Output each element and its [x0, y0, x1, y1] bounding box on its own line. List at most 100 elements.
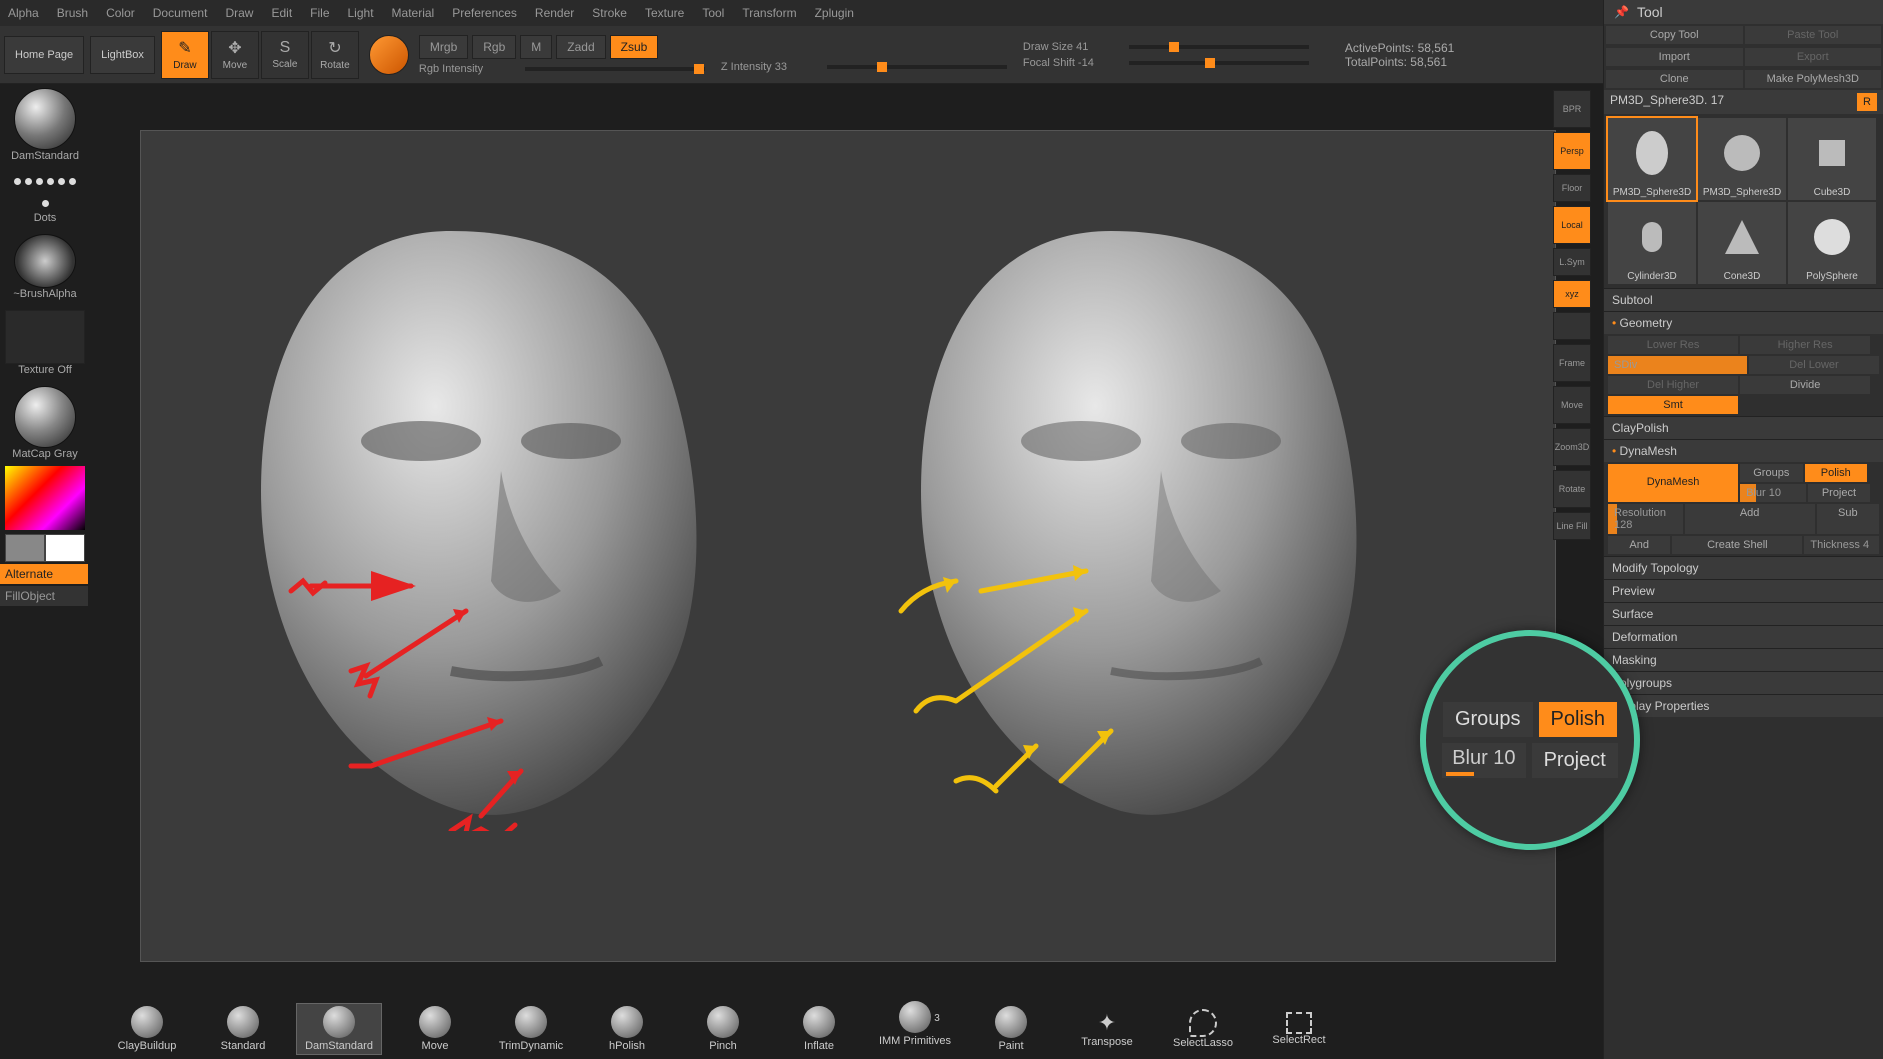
viewport[interactable]: [94, 90, 1573, 999]
shelf-pinch[interactable]: Pinch: [680, 1006, 766, 1052]
section-polygroups[interactable]: Polygroups: [1604, 671, 1883, 694]
thumb-cube3d[interactable]: Cube3D: [1788, 118, 1876, 200]
homepage-button[interactable]: Home Page: [4, 36, 84, 74]
thumb-pm3d_sphere3d[interactable]: PM3D_Sphere3D: [1698, 118, 1786, 200]
color-picker-slot[interactable]: [0, 466, 90, 562]
shelf-inflate[interactable]: Inflate: [776, 1006, 862, 1052]
section-preview[interactable]: Preview: [1604, 579, 1883, 602]
clone-button[interactable]: Clone: [1606, 70, 1743, 88]
shelf-damstandard[interactable]: DamStandard: [296, 1003, 382, 1055]
menu-brush[interactable]: Brush: [57, 6, 88, 20]
shelf-claybuildup[interactable]: ClayBuildup: [104, 1006, 190, 1052]
vpctrl-bpr[interactable]: BPR: [1553, 90, 1591, 128]
color-swatch[interactable]: [369, 35, 409, 75]
gradient-picker[interactable]: [5, 466, 85, 530]
vpctrl-xyz[interactable]: xyz: [1553, 280, 1591, 308]
sub-button[interactable]: Sub: [1817, 504, 1879, 534]
add-button[interactable]: Add: [1685, 504, 1815, 534]
section-claypolish[interactable]: ClayPolish: [1604, 416, 1883, 439]
canvas[interactable]: [140, 130, 1556, 962]
copy-tool-button[interactable]: Copy Tool: [1606, 26, 1743, 44]
vpctrl-local[interactable]: Local: [1553, 206, 1591, 244]
toggle-mrgb[interactable]: Mrgb: [419, 35, 468, 59]
section-display-properties[interactable]: Display Properties: [1604, 694, 1883, 717]
paste-tool-button[interactable]: Paste Tool: [1745, 26, 1882, 44]
vpctrl-floor[interactable]: Floor: [1553, 174, 1591, 202]
shelf-move[interactable]: Move: [392, 1006, 478, 1052]
higher-res-button[interactable]: Higher Res: [1740, 336, 1870, 354]
menu-render[interactable]: Render: [535, 6, 574, 20]
vpctrl-frame[interactable]: Frame: [1553, 344, 1591, 382]
menu-light[interactable]: Light: [348, 6, 374, 20]
section-deformation[interactable]: Deformation: [1604, 625, 1883, 648]
vpctrl-move[interactable]: Move: [1553, 386, 1591, 424]
create-shell-button[interactable]: Create Shell: [1672, 536, 1802, 554]
del-lower-button[interactable]: Del Lower: [1749, 356, 1879, 374]
shelf-imm-primitives[interactable]: IMM Primitives3: [872, 1001, 958, 1058]
vpctrl-zoom3d[interactable]: Zoom3D: [1553, 428, 1591, 466]
toggle-zsub[interactable]: Zsub: [610, 35, 659, 59]
shelf-selectlasso[interactable]: SelectLasso: [1160, 1009, 1246, 1049]
vpctrl-rotate[interactable]: Rotate: [1553, 470, 1591, 508]
mode-rotate[interactable]: ↻Rotate: [311, 31, 359, 79]
section-geometry[interactable]: Geometry: [1604, 311, 1883, 334]
export-button[interactable]: Export: [1745, 48, 1882, 66]
alpha-slot[interactable]: ~BrushAlpha: [0, 230, 90, 304]
section-surface[interactable]: Surface: [1604, 602, 1883, 625]
menu-edit[interactable]: Edit: [271, 6, 292, 20]
mode-move[interactable]: ✥Move: [211, 31, 259, 79]
lower-res-button[interactable]: Lower Res: [1608, 336, 1738, 354]
stroke-slot[interactable]: Dots: [0, 168, 90, 228]
shelf-paint[interactable]: Paint: [968, 1006, 1054, 1052]
shelf-transpose[interactable]: ✦Transpose: [1064, 1010, 1150, 1048]
section-modify-topology[interactable]: Modify Topology: [1604, 556, 1883, 579]
swatch-secondary[interactable]: [5, 534, 45, 562]
menu-transform[interactable]: Transform: [742, 6, 796, 20]
polish-button[interactable]: Polish: [1805, 464, 1867, 482]
shelf-standard[interactable]: Standard: [200, 1006, 286, 1052]
menu-document[interactable]: Document: [153, 6, 208, 20]
resolution-slider[interactable]: Resolution 128: [1608, 504, 1683, 534]
import-button[interactable]: Import: [1606, 48, 1743, 66]
and-button[interactable]: And: [1608, 536, 1670, 554]
shelf-selectrect[interactable]: SelectRect: [1256, 1012, 1342, 1046]
dynamesh-button[interactable]: DynaMesh: [1608, 464, 1738, 502]
vpctrl-lsym[interactable]: L.Sym: [1553, 248, 1591, 276]
toggle-rgb[interactable]: Rgb: [472, 35, 516, 59]
vpctrl-linefill[interactable]: Line Fill: [1553, 512, 1591, 540]
make-polymesh3d-button[interactable]: Make PolyMesh3D: [1745, 70, 1882, 88]
draw-size-slider[interactable]: [1129, 45, 1309, 49]
alternate-button[interactable]: Alternate: [0, 564, 88, 584]
section-masking[interactable]: Masking: [1604, 648, 1883, 671]
shelf-trimdynamic[interactable]: TrimDynamic: [488, 1006, 574, 1052]
menu-draw[interactable]: Draw: [225, 6, 253, 20]
blur-slider[interactable]: Blur 10: [1740, 484, 1806, 502]
divide-button[interactable]: Divide: [1740, 376, 1870, 394]
del-higher-button[interactable]: Del Higher: [1608, 376, 1738, 394]
thumb-polysphere[interactable]: PolySphere: [1788, 202, 1876, 284]
thumb-pm3d_sphere3d[interactable]: PM3D_Sphere3D: [1608, 118, 1696, 200]
lightbox-button[interactable]: LightBox: [90, 36, 155, 74]
sdiv-slider[interactable]: SDiv: [1608, 356, 1747, 374]
toggle-zadd[interactable]: Zadd: [556, 35, 605, 59]
brush-slot[interactable]: DamStandard: [0, 84, 90, 166]
section-subtool[interactable]: Subtool: [1604, 288, 1883, 311]
r-button[interactable]: R: [1857, 93, 1877, 111]
vpctrl-blank[interactable]: [1553, 312, 1591, 340]
thumb-cone3d[interactable]: Cone3D: [1698, 202, 1786, 284]
menu-material[interactable]: Material: [392, 6, 435, 20]
rgb-intensity-slider[interactable]: [525, 67, 705, 71]
texture-slot[interactable]: Texture Off: [0, 306, 90, 380]
mode-scale[interactable]: SScale: [261, 31, 309, 79]
menu-tool[interactable]: Tool: [702, 6, 724, 20]
swatch-primary[interactable]: [45, 534, 85, 562]
project-button[interactable]: Project: [1808, 484, 1870, 502]
focal-shift-slider[interactable]: [1129, 61, 1309, 65]
menu-preferences[interactable]: Preferences: [452, 6, 517, 20]
toggle-m[interactable]: M: [520, 35, 552, 59]
menu-color[interactable]: Color: [106, 6, 135, 20]
fillobject-button[interactable]: FillObject: [0, 586, 88, 606]
thumb-cylinder3d[interactable]: Cylinder3D: [1608, 202, 1696, 284]
menu-alpha[interactable]: Alpha: [8, 6, 39, 20]
menu-texture[interactable]: Texture: [645, 6, 684, 20]
